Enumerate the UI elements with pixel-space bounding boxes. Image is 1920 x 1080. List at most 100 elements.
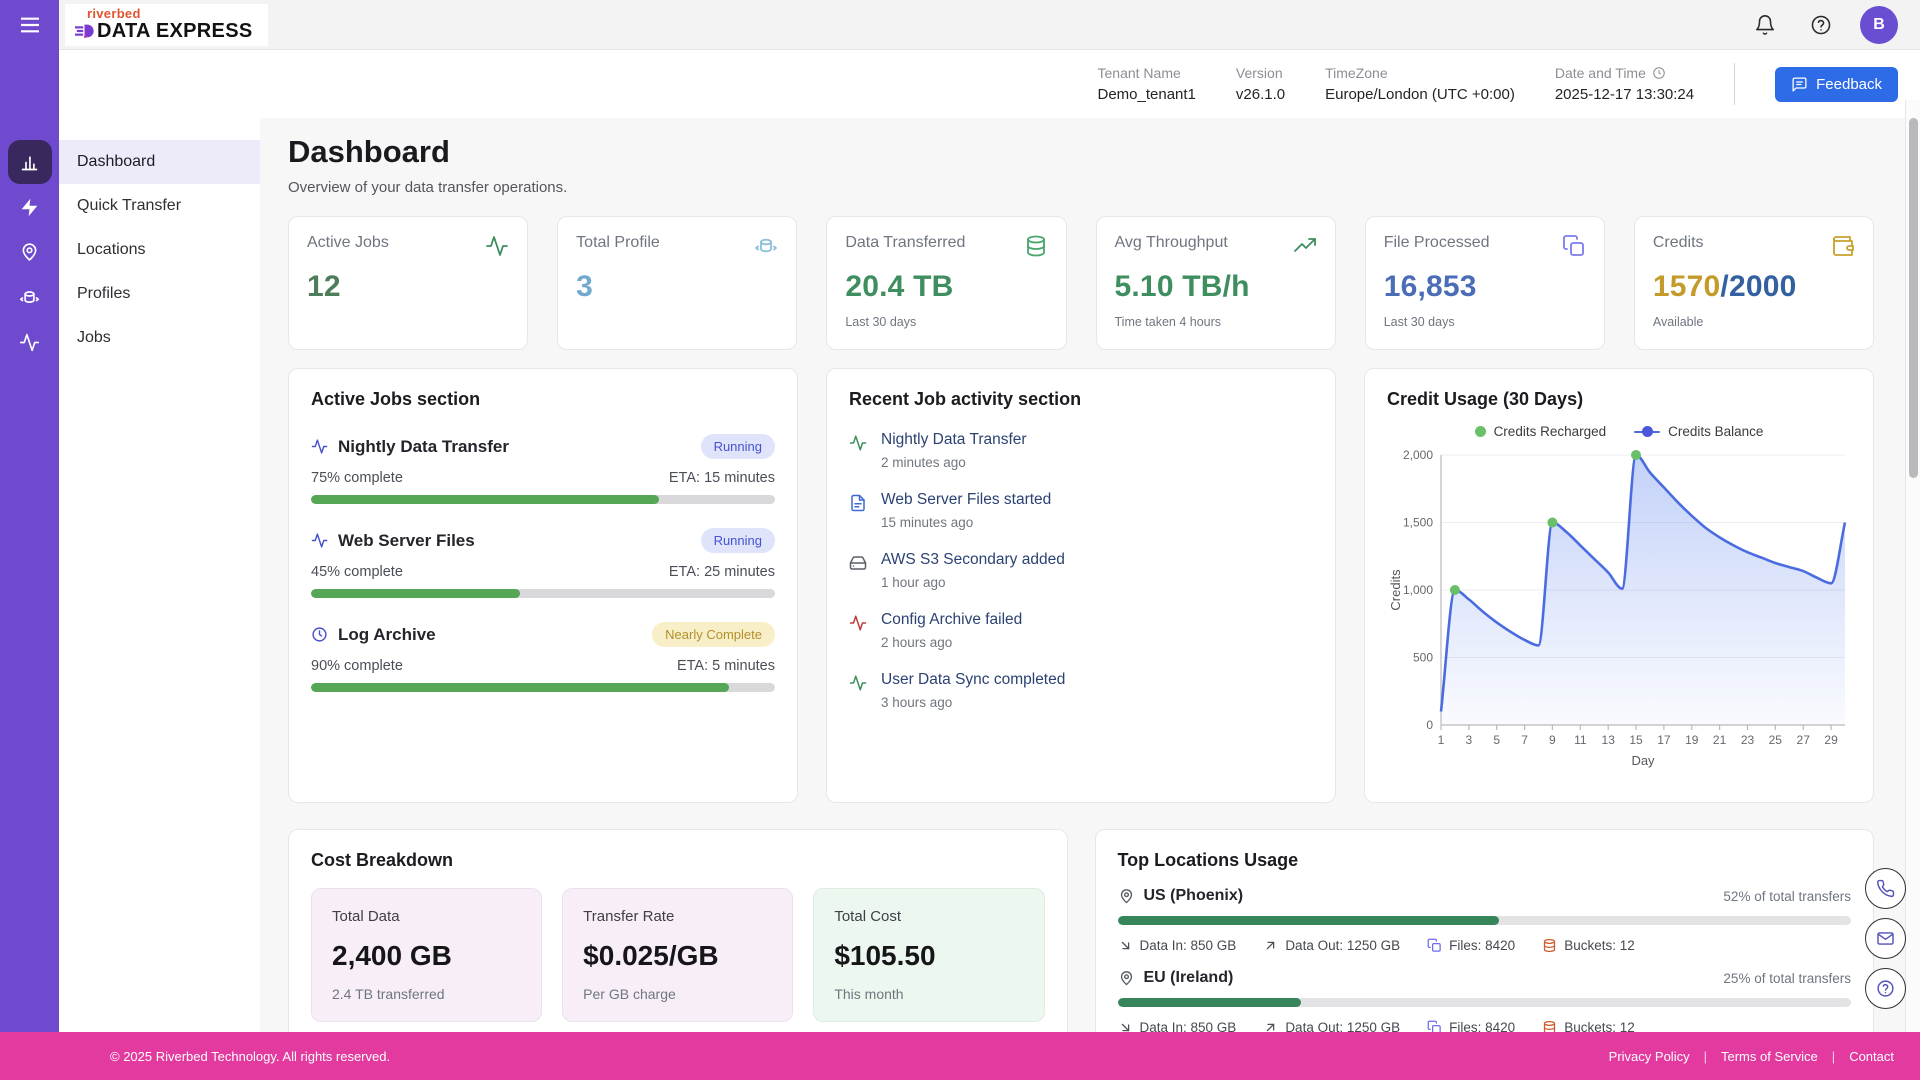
- credit-usage-chart: 05001,0001,5002,000135791113151719212325…: [1387, 443, 1859, 773]
- stat-card-total-profile: Total Profile 3: [557, 216, 797, 350]
- stat-value: 1570/2000: [1653, 270, 1855, 304]
- legend-label: Credits Recharged: [1494, 424, 1607, 439]
- rail-dashboard-button[interactable]: [8, 140, 52, 184]
- chart-legend: Credits Recharged Credits Balance: [1387, 424, 1851, 439]
- panel-title: Recent Job activity section: [849, 389, 1313, 410]
- question-circle-icon: [1876, 979, 1895, 998]
- tile-label: Transfer Rate: [583, 908, 772, 925]
- top-locations-panel: Top Locations Usage US (Phoenix) 52% of …: [1095, 829, 1875, 1032]
- tile-value: 2,400 GB: [332, 940, 521, 972]
- status-badge: Running: [701, 434, 775, 459]
- job-percent: 45% complete: [311, 564, 403, 580]
- job-row: Log Archive Nearly Complete 90% complete…: [311, 622, 775, 692]
- terms-of-service-link[interactable]: Terms of Service: [1721, 1049, 1818, 1064]
- arrow-up-right-icon: [1263, 938, 1278, 953]
- feedback-button[interactable]: Feedback: [1775, 67, 1898, 102]
- activity-title[interactable]: Nightly Data Transfer: [881, 431, 1027, 449]
- legend-line-icon: [1634, 426, 1660, 437]
- job-eta: ETA: 5 minutes: [677, 658, 775, 674]
- activity-item: AWS S3 Secondary added 1 hour ago: [849, 551, 1313, 590]
- hard-drive-icon: [849, 554, 867, 572]
- metric-data-in: Data In: 850 GB: [1118, 938, 1237, 953]
- stat-label: Avg Throughput: [1115, 234, 1228, 252]
- envelope-icon: [1876, 929, 1895, 948]
- progress-bar: [311, 589, 775, 598]
- help-button[interactable]: [1804, 8, 1838, 42]
- version-field: Version v26.1.0: [1236, 65, 1285, 103]
- svg-text:7: 7: [1521, 733, 1528, 747]
- svg-text:5: 5: [1493, 733, 1500, 747]
- tenant-name-field: Tenant Name Demo_tenant1: [1098, 65, 1196, 103]
- stat-sub: Last 30 days: [845, 315, 1047, 329]
- activity-icon: [849, 674, 867, 692]
- recent-activity-panel: Recent Job activity section Nightly Data…: [826, 368, 1336, 803]
- stat-card-data-transferred: Data Transferred 20.4 TB Last 30 days: [826, 216, 1066, 350]
- rail-profiles-button[interactable]: [8, 275, 52, 319]
- tile-label: Total Data: [332, 908, 521, 925]
- metric-data-in: Data In: 850 GB: [1118, 1020, 1237, 1032]
- link-separator: |: [1832, 1049, 1835, 1064]
- arrow-down-right-icon: [1118, 1020, 1133, 1032]
- panel-title: Active Jobs section: [311, 389, 775, 410]
- email-button[interactable]: [1865, 918, 1906, 959]
- svg-text:3: 3: [1466, 733, 1473, 747]
- privacy-policy-link[interactable]: Privacy Policy: [1609, 1049, 1690, 1064]
- sidebar-item-profiles[interactable]: Profiles: [59, 272, 260, 316]
- stat-card-credits: Credits 1570/2000 Available: [1634, 216, 1874, 350]
- stat-label: Credits: [1653, 234, 1704, 252]
- hamburger-menu-icon[interactable]: [0, 0, 59, 50]
- cost-breakdown-panel: Cost Breakdown Total Data 2,400 GB 2.4 T…: [288, 829, 1068, 1032]
- activity-item: User Data Sync completed 3 hours ago: [849, 671, 1313, 710]
- sidebar-item-dashboard[interactable]: Dashboard: [59, 140, 260, 184]
- stat-value: 20.4 TB: [845, 270, 1047, 304]
- activity-title[interactable]: Web Server Files started: [881, 491, 1051, 509]
- activity-item: Nightly Data Transfer 2 minutes ago: [849, 431, 1313, 470]
- timezone-label: TimeZone: [1325, 65, 1515, 81]
- page-subtitle: Overview of your data transfer operation…: [288, 179, 1874, 196]
- svg-text:1,500: 1,500: [1403, 516, 1433, 530]
- stat-sub: Available: [1653, 315, 1855, 329]
- svg-text:21: 21: [1713, 733, 1727, 747]
- panel-title: Top Locations Usage: [1118, 850, 1852, 871]
- rail-quick-transfer-button[interactable]: [8, 185, 52, 229]
- location-share: 25% of total transfers: [1723, 971, 1851, 986]
- contact-link[interactable]: Contact: [1849, 1049, 1894, 1064]
- panel-title: Cost Breakdown: [311, 850, 1045, 871]
- timezone-value: Europe/London (UTC +0:00): [1325, 86, 1515, 103]
- database-icon: [1024, 234, 1048, 258]
- timezone-field: TimeZone Europe/London (UTC +0:00): [1325, 65, 1515, 103]
- notifications-button[interactable]: [1748, 8, 1782, 42]
- bucket-icon: [1542, 1020, 1557, 1032]
- rail-locations-button[interactable]: [8, 230, 52, 274]
- activity-title[interactable]: User Data Sync completed: [881, 671, 1065, 689]
- activity-item: Web Server Files started 15 minutes ago: [849, 491, 1313, 530]
- status-badge: Nearly Complete: [652, 622, 775, 647]
- version-label: Version: [1236, 65, 1285, 81]
- status-badge: Running: [701, 528, 775, 553]
- sidebar-item-locations[interactable]: Locations: [59, 228, 260, 272]
- scrollbar-thumb[interactable]: [1909, 118, 1918, 478]
- sidebar-item-jobs[interactable]: Jobs: [59, 316, 260, 360]
- user-avatar[interactable]: B: [1860, 6, 1898, 44]
- activity-time: 2 minutes ago: [881, 455, 1027, 470]
- arrow-up-right-icon: [1263, 1020, 1278, 1032]
- activity-icon: [19, 332, 40, 353]
- bucket-icon: [1542, 938, 1557, 953]
- rail-jobs-button[interactable]: [8, 320, 52, 364]
- metric-data-out: Data Out: 1250 GB: [1263, 938, 1400, 953]
- app-logo: riverbed DATA EXPRESS: [65, 4, 268, 46]
- files-icon: [1562, 234, 1586, 258]
- support-help-button[interactable]: [1865, 968, 1906, 1009]
- sidebar-item-quick-transfer[interactable]: Quick Transfer: [59, 184, 260, 228]
- feedback-label: Feedback: [1816, 76, 1882, 93]
- activity-time: 15 minutes ago: [881, 515, 1051, 530]
- job-row: Web Server Files Running 45% completeETA…: [311, 528, 775, 598]
- legend-dot-icon: [1475, 426, 1486, 437]
- icon-rail: [0, 0, 59, 1032]
- info-bar: Tenant Name Demo_tenant1 Version v26.1.0…: [59, 50, 1920, 118]
- phone-button[interactable]: [1865, 868, 1906, 909]
- activity-title[interactable]: Config Archive failed: [881, 611, 1022, 629]
- page-scrollbar: [1905, 100, 1920, 1032]
- activity-title[interactable]: AWS S3 Secondary added: [881, 551, 1065, 569]
- job-name: Log Archive: [338, 625, 436, 645]
